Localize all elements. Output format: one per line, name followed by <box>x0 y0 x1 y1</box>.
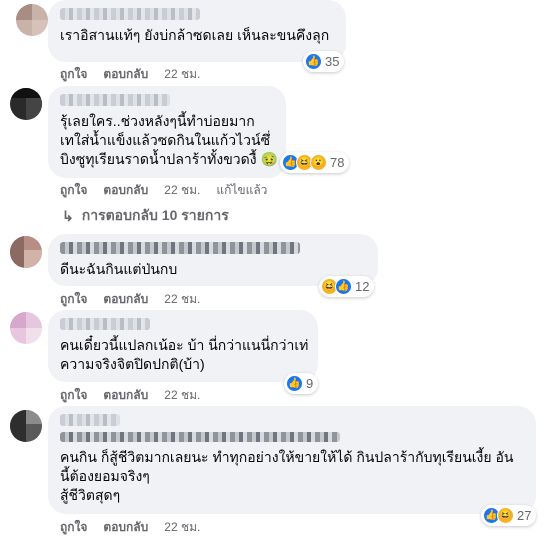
like-reaction-icon: 👍 <box>335 278 352 295</box>
timestamp[interactable]: 22 ชม. <box>164 290 200 309</box>
reaction-summary[interactable]: 😆 👍 12 <box>319 276 375 297</box>
like-button[interactable]: ถูกใจ <box>60 181 87 200</box>
reply-arrow-icon: ↳ <box>62 207 74 224</box>
avatar[interactable] <box>10 312 42 344</box>
timestamp[interactable]: 22 ชม. <box>164 181 200 200</box>
like-button[interactable]: ถูกใจ <box>60 290 87 309</box>
like-button[interactable]: ถูกใจ <box>60 518 87 537</box>
comment-actions: ถูกใจ ตอบกลับ 22 ชม. <box>60 518 200 537</box>
comment-text: เทใส่น้ำแข็งแล้วซดกินในแก้วไวน์ซึ่ <box>60 132 271 148</box>
like-button[interactable]: ถูกใจ <box>60 65 87 84</box>
comment-text: สู้ชีวิตสุดๆ <box>60 487 121 503</box>
commenter-name[interactable] <box>60 318 150 330</box>
commenter-name[interactable] <box>60 242 300 254</box>
comment-actions: ถูกใจ ตอบกลับ 22 ชม. <box>60 386 200 405</box>
comment-actions: ถูกใจ ตอบกลับ 22 ชม. <box>60 290 200 309</box>
replies-count-label: การตอบกลับ 10 รายการ <box>81 207 229 223</box>
commenter-name[interactable] <box>60 414 120 426</box>
edited-label: แก้ไขแล้ว <box>216 183 268 197</box>
reaction-count: 35 <box>325 54 340 69</box>
like-reaction-icon: 👍 <box>305 53 322 70</box>
like-reaction-icon: 👍 <box>286 375 303 392</box>
reply-button[interactable]: ตอบกลับ <box>103 181 148 200</box>
haha-reaction-icon: 😆 <box>497 507 514 524</box>
reaction-count: 9 <box>306 376 314 391</box>
reply-button[interactable]: ตอบกลับ <box>103 290 148 309</box>
comment-bubble: เราอิสานแท้ๆ ยังบ่กล้าซดเลย เห็นละขนคึงล… <box>48 0 346 62</box>
reaction-summary[interactable]: 👍 😆 27 <box>481 505 537 526</box>
avatar[interactable] <box>10 236 42 268</box>
timestamp[interactable]: 22 ชม. <box>164 518 200 537</box>
comment-text: บิงซูทุเรียนราดน้ำปลาร้าทั้งขวดงื้ 🤢 <box>60 151 278 167</box>
comment-bubble: คนเดี๋ยวนี้แปลกเน้อะ บ้า นี่กว่าแนนี่กว่… <box>48 310 318 382</box>
reply-button[interactable]: ตอบกลับ <box>103 386 148 405</box>
reaction-summary[interactable]: 👍 35 <box>303 51 345 72</box>
reaction-count: 78 <box>330 155 345 170</box>
timestamp[interactable]: 22 ชม. <box>164 65 200 84</box>
wow-reaction-icon: 😮 <box>310 154 327 171</box>
avatar[interactable] <box>16 4 48 36</box>
reply-button[interactable]: ตอบกลับ <box>103 518 148 537</box>
comment-text: เราอิสานแท้ๆ ยังบ่กล้าซดเลย เห็นละขนคึงล… <box>60 27 330 43</box>
comment-bubble: รุ้เลยใคร..ช่วงหลังๆนี้ทำบ่อยมาก เทใส่น้… <box>48 86 286 178</box>
commenter-name[interactable] <box>60 94 170 106</box>
comment-text: รุ้เลยใคร..ช่วงหลังๆนี้ทำบ่อยมาก <box>60 113 255 129</box>
comment-text: คนเดี๋ยวนี้แปลกเน้อะ บ้า นี่กว่าแนนี่กว่… <box>60 337 309 353</box>
reaction-count: 12 <box>355 279 370 294</box>
view-replies-link[interactable]: ↳ การตอบกลับ 10 รายการ <box>62 205 229 227</box>
commenter-subtitle <box>60 432 340 442</box>
comment-text: นี้ต้องยอมจริงๆ <box>60 468 150 484</box>
comment-actions: ถูกใจ ตอบกลับ 22 ชม. แก้ไขแล้ว <box>60 181 267 200</box>
avatar[interactable] <box>10 88 42 120</box>
comment-actions: ถูกใจ ตอบกลับ 22 ชม. <box>60 65 200 84</box>
comment-bubble: คนกิน ก็สู้ชีวิตมากเลยนะ ทำทุกอย่างให้ขา… <box>48 406 536 514</box>
reaction-summary[interactable]: 👍 😆 😮 78 <box>280 152 350 173</box>
like-button[interactable]: ถูกใจ <box>60 386 87 405</box>
timestamp[interactable]: 22 ชม. <box>164 386 200 405</box>
commenter-name[interactable] <box>60 8 200 20</box>
comment-text: ดีนะฉันกินแต่ป่นกบ <box>60 261 178 277</box>
avatar[interactable] <box>10 410 42 442</box>
reaction-summary[interactable]: 👍 9 <box>284 373 319 394</box>
reply-button[interactable]: ตอบกลับ <box>103 65 148 84</box>
comment-text: ความจริงจิตปิดปกติ(บ้า) <box>60 356 205 372</box>
reaction-count: 27 <box>517 508 532 523</box>
comment-text: คนกิน ก็สู้ชีวิตมากเลยนะ ทำทุกอย่างให้ขา… <box>60 449 514 465</box>
